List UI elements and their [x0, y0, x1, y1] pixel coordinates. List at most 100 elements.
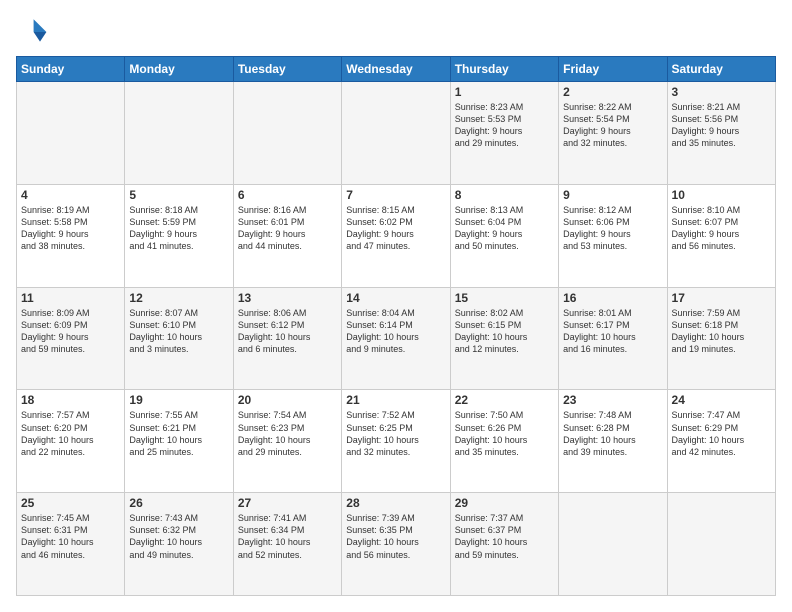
header	[16, 16, 776, 48]
calendar-cell	[667, 493, 775, 596]
calendar-cell: 10 Sunrise: 8:10 AM Sunset: 6:07 PM Dayli…	[667, 184, 775, 287]
calendar-cell: 28 Sunrise: 7:39 AM Sunset: 6:35 PM Dayli…	[342, 493, 450, 596]
calendar-cell: 6 Sunrise: 8:16 AM Sunset: 6:01 PM Daylig…	[233, 184, 341, 287]
calendar-cell	[17, 82, 125, 185]
calendar-cell: 29 Sunrise: 7:37 AM Sunset: 6:37 PM Dayli…	[450, 493, 558, 596]
weekday-header-tuesday: Tuesday	[233, 57, 341, 82]
day-number: 17	[672, 291, 771, 305]
day-number: 3	[672, 85, 771, 99]
calendar-cell: 11 Sunrise: 8:09 AM Sunset: 6:09 PM Dayli…	[17, 287, 125, 390]
calendar-cell	[342, 82, 450, 185]
calendar-cell: 25 Sunrise: 7:45 AM Sunset: 6:31 PM Dayli…	[17, 493, 125, 596]
day-number: 2	[563, 85, 662, 99]
day-info: Sunrise: 8:01 AM Sunset: 6:17 PM Dayligh…	[563, 307, 662, 356]
day-info: Sunrise: 8:09 AM Sunset: 6:09 PM Dayligh…	[21, 307, 120, 356]
day-number: 9	[563, 188, 662, 202]
day-info: Sunrise: 7:43 AM Sunset: 6:32 PM Dayligh…	[129, 512, 228, 561]
day-number: 6	[238, 188, 337, 202]
day-number: 24	[672, 393, 771, 407]
day-number: 28	[346, 496, 445, 510]
calendar-cell: 2 Sunrise: 8:22 AM Sunset: 5:54 PM Daylig…	[559, 82, 667, 185]
day-info: Sunrise: 7:54 AM Sunset: 6:23 PM Dayligh…	[238, 409, 337, 458]
day-number: 11	[21, 291, 120, 305]
day-info: Sunrise: 7:57 AM Sunset: 6:20 PM Dayligh…	[21, 409, 120, 458]
calendar-cell: 13 Sunrise: 8:06 AM Sunset: 6:12 PM Dayli…	[233, 287, 341, 390]
calendar-cell: 4 Sunrise: 8:19 AM Sunset: 5:58 PM Daylig…	[17, 184, 125, 287]
calendar-week-4: 18Sunrise: 7:57 AM Sunset: 6:20 PM Dayli…	[17, 390, 776, 493]
day-info: Sunrise: 7:52 AM Sunset: 6:25 PM Dayligh…	[346, 409, 445, 458]
weekday-header-monday: Monday	[125, 57, 233, 82]
calendar-table: SundayMondayTuesdayWednesdayThursdayFrid…	[16, 56, 776, 596]
day-number: 29	[455, 496, 554, 510]
weekday-header-friday: Friday	[559, 57, 667, 82]
calendar-cell	[559, 493, 667, 596]
day-info: Sunrise: 7:41 AM Sunset: 6:34 PM Dayligh…	[238, 512, 337, 561]
day-info: Sunrise: 7:37 AM Sunset: 6:37 PM Dayligh…	[455, 512, 554, 561]
day-number: 21	[346, 393, 445, 407]
calendar-cell: 18Sunrise: 7:57 AM Sunset: 6:20 PM Dayli…	[17, 390, 125, 493]
day-info: Sunrise: 8:16 AM Sunset: 6:01 PM Dayligh…	[238, 204, 337, 253]
logo	[16, 16, 52, 48]
calendar-cell: 17 Sunrise: 7:59 AM Sunset: 6:18 PM Dayli…	[667, 287, 775, 390]
calendar-cell	[125, 82, 233, 185]
weekday-header-row: SundayMondayTuesdayWednesdayThursdayFrid…	[17, 57, 776, 82]
day-info: Sunrise: 8:22 AM Sunset: 5:54 PM Dayligh…	[563, 101, 662, 150]
day-number: 25	[21, 496, 120, 510]
calendar-cell: 7 Sunrise: 8:15 AM Sunset: 6:02 PM Daylig…	[342, 184, 450, 287]
weekday-header-saturday: Saturday	[667, 57, 775, 82]
calendar-cell: 15Sunrise: 8:02 AM Sunset: 6:15 PM Dayli…	[450, 287, 558, 390]
day-info: Sunrise: 7:39 AM Sunset: 6:35 PM Dayligh…	[346, 512, 445, 561]
day-info: Sunrise: 8:18 AM Sunset: 5:59 PM Dayligh…	[129, 204, 228, 253]
calendar-cell: 1Sunrise: 8:23 AM Sunset: 5:53 PM Daylig…	[450, 82, 558, 185]
calendar-cell: 26 Sunrise: 7:43 AM Sunset: 6:32 PM Dayli…	[125, 493, 233, 596]
day-info: Sunrise: 8:06 AM Sunset: 6:12 PM Dayligh…	[238, 307, 337, 356]
page: SundayMondayTuesdayWednesdayThursdayFrid…	[0, 0, 792, 612]
logo-icon	[16, 16, 48, 48]
calendar-cell: 19 Sunrise: 7:55 AM Sunset: 6:21 PM Dayli…	[125, 390, 233, 493]
day-number: 16	[563, 291, 662, 305]
calendar-week-3: 11 Sunrise: 8:09 AM Sunset: 6:09 PM Dayli…	[17, 287, 776, 390]
day-number: 27	[238, 496, 337, 510]
day-number: 23	[563, 393, 662, 407]
calendar-cell: 9 Sunrise: 8:12 AM Sunset: 6:06 PM Daylig…	[559, 184, 667, 287]
day-info: Sunrise: 8:04 AM Sunset: 6:14 PM Dayligh…	[346, 307, 445, 356]
weekday-header-wednesday: Wednesday	[342, 57, 450, 82]
calendar-week-5: 25 Sunrise: 7:45 AM Sunset: 6:31 PM Dayli…	[17, 493, 776, 596]
calendar-week-2: 4 Sunrise: 8:19 AM Sunset: 5:58 PM Daylig…	[17, 184, 776, 287]
day-number: 8	[455, 188, 554, 202]
day-info: Sunrise: 7:59 AM Sunset: 6:18 PM Dayligh…	[672, 307, 771, 356]
day-info: Sunrise: 8:21 AM Sunset: 5:56 PM Dayligh…	[672, 101, 771, 150]
day-number: 13	[238, 291, 337, 305]
day-number: 5	[129, 188, 228, 202]
day-number: 20	[238, 393, 337, 407]
day-number: 22	[455, 393, 554, 407]
calendar-cell: 23 Sunrise: 7:48 AM Sunset: 6:28 PM Dayli…	[559, 390, 667, 493]
day-number: 4	[21, 188, 120, 202]
day-info: Sunrise: 7:45 AM Sunset: 6:31 PM Dayligh…	[21, 512, 120, 561]
calendar-cell: 22 Sunrise: 7:50 AM Sunset: 6:26 PM Dayli…	[450, 390, 558, 493]
day-number: 26	[129, 496, 228, 510]
day-info: Sunrise: 7:48 AM Sunset: 6:28 PM Dayligh…	[563, 409, 662, 458]
weekday-header-sunday: Sunday	[17, 57, 125, 82]
calendar-cell: 8 Sunrise: 8:13 AM Sunset: 6:04 PM Daylig…	[450, 184, 558, 287]
day-number: 1	[455, 85, 554, 99]
day-number: 7	[346, 188, 445, 202]
calendar-cell	[233, 82, 341, 185]
day-number: 19	[129, 393, 228, 407]
calendar-week-1: 1Sunrise: 8:23 AM Sunset: 5:53 PM Daylig…	[17, 82, 776, 185]
calendar-cell: 5 Sunrise: 8:18 AM Sunset: 5:59 PM Daylig…	[125, 184, 233, 287]
day-info: Sunrise: 7:50 AM Sunset: 6:26 PM Dayligh…	[455, 409, 554, 458]
day-info: Sunrise: 7:47 AM Sunset: 6:29 PM Dayligh…	[672, 409, 771, 458]
day-number: 10	[672, 188, 771, 202]
calendar-cell: 24 Sunrise: 7:47 AM Sunset: 6:29 PM Dayli…	[667, 390, 775, 493]
calendar-cell: 27 Sunrise: 7:41 AM Sunset: 6:34 PM Dayli…	[233, 493, 341, 596]
day-info: Sunrise: 8:12 AM Sunset: 6:06 PM Dayligh…	[563, 204, 662, 253]
day-info: Sunrise: 7:55 AM Sunset: 6:21 PM Dayligh…	[129, 409, 228, 458]
day-info: Sunrise: 8:13 AM Sunset: 6:04 PM Dayligh…	[455, 204, 554, 253]
day-info: Sunrise: 8:15 AM Sunset: 6:02 PM Dayligh…	[346, 204, 445, 253]
day-info: Sunrise: 8:19 AM Sunset: 5:58 PM Dayligh…	[21, 204, 120, 253]
day-number: 15	[455, 291, 554, 305]
calendar-cell: 3 Sunrise: 8:21 AM Sunset: 5:56 PM Daylig…	[667, 82, 775, 185]
day-info: Sunrise: 8:10 AM Sunset: 6:07 PM Dayligh…	[672, 204, 771, 253]
calendar-cell: 14Sunrise: 8:04 AM Sunset: 6:14 PM Dayli…	[342, 287, 450, 390]
